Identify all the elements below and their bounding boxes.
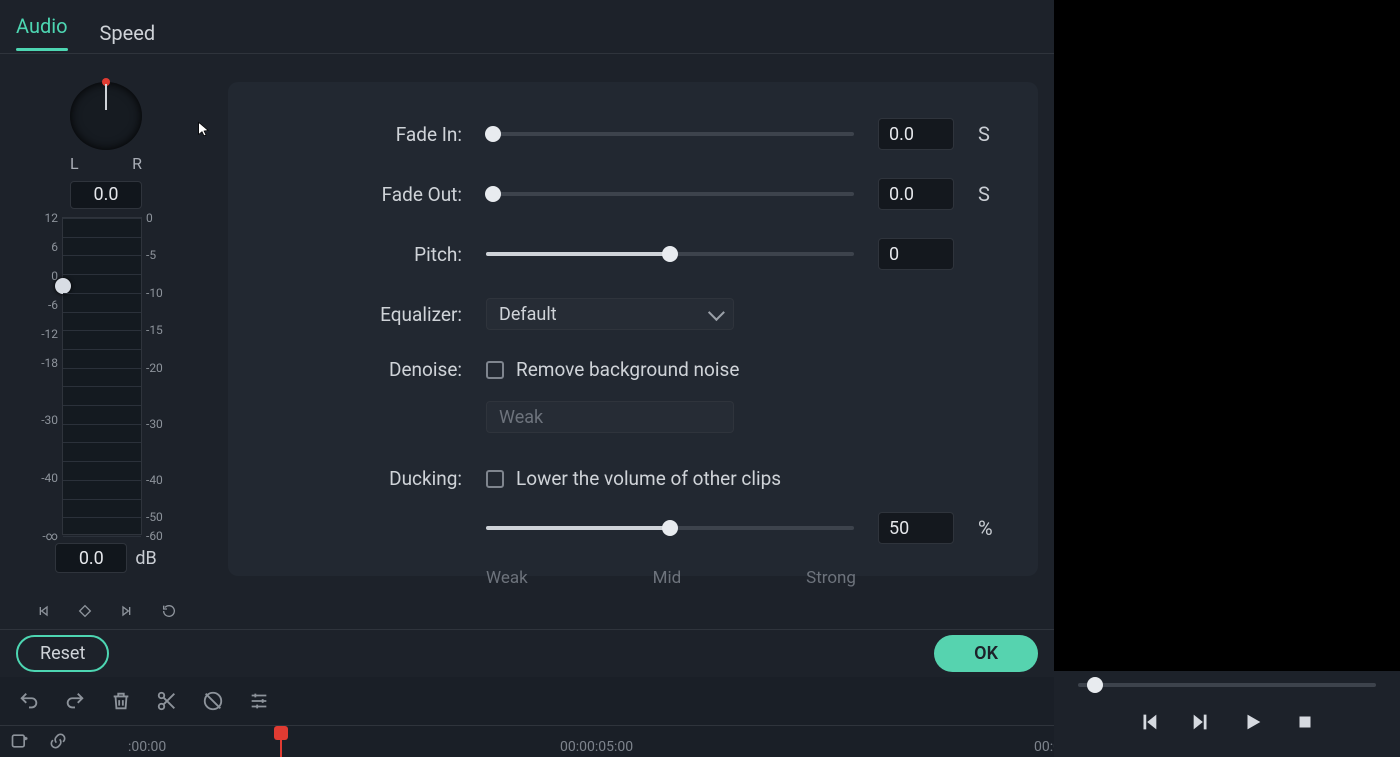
tab-bar: Audio Speed <box>0 0 1054 54</box>
reset-keyframes-button[interactable] <box>159 601 179 621</box>
chevron-down-icon <box>708 304 725 321</box>
equalizer-select[interactable]: Default <box>486 298 734 330</box>
delete-icon[interactable] <box>110 690 132 712</box>
adjust-icon[interactable] <box>248 690 270 712</box>
fade-in-slider[interactable] <box>486 132 854 136</box>
ducking-unit: % <box>978 516 994 540</box>
db-unit-label: dB <box>135 548 156 569</box>
fade-in-unit: S <box>978 122 994 146</box>
timeline-time-1: :00:00 <box>128 739 166 755</box>
prev-keyframe-button[interactable] <box>33 601 53 621</box>
reset-button[interactable]: Reset <box>16 635 109 672</box>
panel-footer: Reset OK <box>0 629 1054 677</box>
balance-label-right: R <box>132 154 142 173</box>
playhead[interactable] <box>280 726 282 757</box>
volume-meter[interactable] <box>62 217 142 535</box>
preview-progress-thumb[interactable] <box>1087 677 1103 693</box>
fade-out-label: Fade Out: <box>272 183 462 206</box>
step-back-icon[interactable] <box>1138 711 1160 733</box>
equalizer-label: Equalizer: <box>272 303 462 326</box>
preview-controls <box>1054 671 1400 757</box>
ok-button[interactable]: OK <box>934 635 1038 672</box>
redo-icon[interactable] <box>64 690 86 712</box>
denoise-intensity-display: Weak <box>486 401 734 433</box>
cursor-icon <box>196 118 212 140</box>
balance-label-left: L <box>70 154 79 173</box>
step-forward-icon[interactable] <box>1190 711 1212 733</box>
preview-viewport <box>1054 0 1400 671</box>
fade-out-slider[interactable] <box>486 192 854 196</box>
denoise-label: Denoise: <box>272 358 462 381</box>
pitch-label: Pitch: <box>272 243 462 266</box>
audio-settings-panel: Fade In: 0.0 S Fade Out: 0.0 S <box>228 82 1038 576</box>
pitch-input[interactable]: 0 <box>878 238 954 270</box>
tab-audio[interactable]: Audio <box>16 8 68 57</box>
ducking-input[interactable]: 50 <box>878 512 954 544</box>
tab-speed[interactable]: Speed <box>100 15 156 51</box>
meter-scale-right: 0-5-10-15-20-30-40-50-60 <box>142 217 176 535</box>
add-keyframe-button[interactable] <box>75 601 95 621</box>
timeline-time-3: 00:00:10:00 <box>1034 739 1054 755</box>
denoise-checkbox-label: Remove background noise <box>516 358 739 381</box>
fade-in-input[interactable]: 0.0 <box>878 118 954 150</box>
fade-out-unit: S <box>978 182 994 206</box>
ducking-slider[interactable] <box>486 526 854 530</box>
toolbar <box>0 677 1054 725</box>
play-icon[interactable] <box>1242 711 1264 733</box>
ducking-scale-mid: Mid <box>653 568 682 588</box>
balance-knob[interactable] <box>70 82 142 150</box>
unlink-icon[interactable] <box>48 731 68 751</box>
ducking-label: Ducking: <box>272 467 462 490</box>
ducking-scale-weak: Weak <box>486 568 528 588</box>
timeline-time-2: 00:00:05:00 <box>560 739 633 755</box>
balance-value-input[interactable]: 0.0 <box>70 181 142 209</box>
next-keyframe-button[interactable] <box>117 601 137 621</box>
denoise-checkbox[interactable] <box>486 361 504 379</box>
preview-progress[interactable] <box>1078 683 1376 687</box>
timeline[interactable]: :00:00 00:00:05:00 00:00:10:00 <box>0 725 1054 757</box>
pitch-slider[interactable] <box>486 252 854 256</box>
meter-scale-left: 1260-6-12-18-30-40-∞ <box>36 217 62 535</box>
add-media-icon[interactable] <box>10 731 30 751</box>
split-icon[interactable] <box>156 690 178 712</box>
crop-icon[interactable] <box>202 690 224 712</box>
audio-meter-group: L R 0.0 1260-6-12-18-30-40-∞ 0-5-10-15-2… <box>16 82 196 621</box>
equalizer-selected: Default <box>499 304 557 325</box>
fade-in-label: Fade In: <box>272 123 462 146</box>
ducking-scale-strong: Strong <box>806 568 856 588</box>
balance-indicator-line <box>105 84 107 110</box>
fade-out-input[interactable]: 0.0 <box>878 178 954 210</box>
volume-handle[interactable] <box>55 278 71 294</box>
db-value-input[interactable]: 0.0 <box>55 543 127 573</box>
stop-icon[interactable] <box>1294 711 1316 733</box>
undo-icon[interactable] <box>18 690 40 712</box>
ducking-checkbox[interactable] <box>486 470 504 488</box>
ducking-checkbox-label: Lower the volume of other clips <box>516 467 781 490</box>
